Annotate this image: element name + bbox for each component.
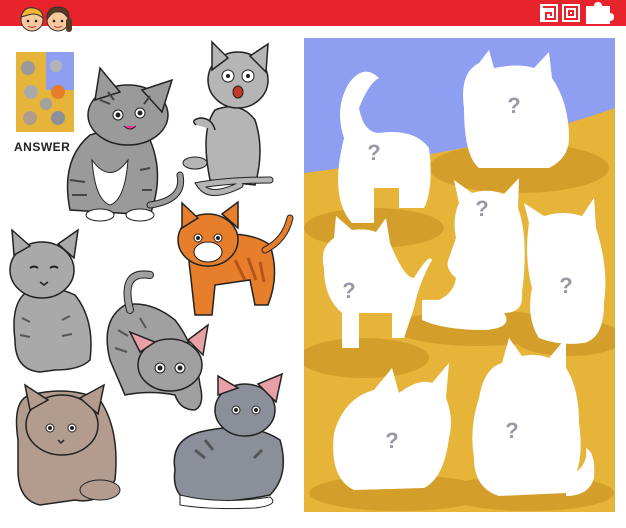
brown-fluffy-cat <box>15 383 121 506</box>
question-mark: ? <box>342 278 355 303</box>
question-mark: ? <box>505 418 518 443</box>
question-mark: ? <box>475 196 488 221</box>
tabby-sitting-cat <box>66 66 185 222</box>
question-mark: ? <box>559 273 572 298</box>
cat-illustrations <box>9 40 294 510</box>
question-mark: ? <box>507 93 520 118</box>
grey-surprised-cat <box>182 40 274 196</box>
question-mark: ? <box>385 428 398 453</box>
orange-striped-cat <box>177 200 294 316</box>
puzzle-logo-icon <box>540 2 614 24</box>
top-banner <box>0 0 626 26</box>
fluffy-grey-cat <box>9 228 92 373</box>
silhouette-puzzle-panel: ? ? ? ? ? ? ? <box>304 38 615 512</box>
question-mark: ? <box>367 140 380 165</box>
